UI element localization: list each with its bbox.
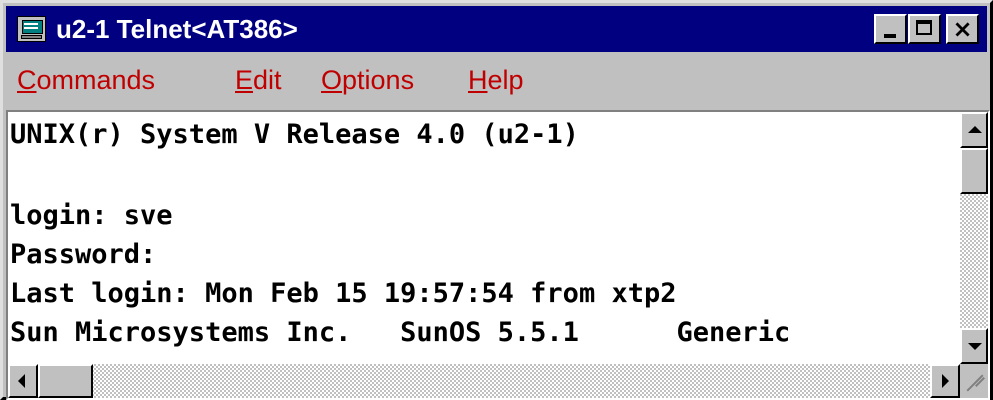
close-icon: × xyxy=(952,15,973,43)
arrow-down-icon xyxy=(968,343,982,350)
terminal-line: Last login: Mon Feb 15 19:57:54 from xtp… xyxy=(10,278,677,309)
vertical-scroll-thumb[interactable] xyxy=(960,148,988,194)
window-title: u2-1 Telnet<AT386> xyxy=(56,14,298,44)
menu-mnemonic: H xyxy=(468,65,488,95)
horizontal-scrollbar[interactable] xyxy=(8,364,960,398)
menu-mnemonic: O xyxy=(321,65,343,95)
arrow-right-icon xyxy=(942,374,949,388)
size-grip[interactable] xyxy=(960,364,988,398)
scroll-right-button[interactable] xyxy=(930,364,960,398)
maximize-button[interactable] xyxy=(908,14,941,44)
menu-mnemonic: E xyxy=(235,65,254,95)
arrow-up-icon xyxy=(968,126,982,133)
menu-edit[interactable]: Edit xyxy=(235,63,282,97)
menu-label: ommands xyxy=(36,65,156,95)
scroll-left-button[interactable] xyxy=(8,364,38,398)
menu-mnemonic: C xyxy=(17,65,37,95)
vertical-scrollbar[interactable] xyxy=(960,112,988,364)
telnet-terminal-icon[interactable] xyxy=(17,16,46,42)
menu-help[interactable]: Help xyxy=(468,63,524,97)
minimize-button[interactable] xyxy=(874,14,907,44)
menu-bar: Commands Edit Options Help xyxy=(6,55,987,105)
minimize-icon xyxy=(884,34,896,38)
terminal-line: UNIX(r) System V Release 4.0 (u2-1) xyxy=(10,119,579,150)
menu-options[interactable]: Options xyxy=(321,63,414,97)
scroll-down-button[interactable] xyxy=(960,328,988,364)
menu-commands[interactable]: Commands xyxy=(17,63,155,97)
maximize-icon xyxy=(916,20,932,35)
title-bar[interactable]: u2-1 Telnet<AT386> × xyxy=(6,6,987,52)
close-button[interactable]: × xyxy=(946,14,979,44)
terminal-line: Sun Microsystems Inc. SunOS 5.5.1 Generi… xyxy=(10,317,791,348)
menu-label: dit xyxy=(253,65,282,95)
terminal-output[interactable]: UNIX(r) System V Release 4.0 (u2-1) logi… xyxy=(8,112,960,364)
arrow-left-icon xyxy=(18,374,25,388)
scroll-up-button[interactable] xyxy=(960,112,988,148)
menu-label: elp xyxy=(487,65,524,95)
terminal-line: Password: xyxy=(10,239,157,270)
telnet-window: u2-1 Telnet<AT386> × Commands Edit Optio… xyxy=(0,0,993,400)
terminal-line: login: sve xyxy=(10,200,173,231)
client-area: UNIX(r) System V Release 4.0 (u2-1) logi… xyxy=(6,110,990,400)
size-grip-icon xyxy=(966,374,984,392)
menu-label: ptions xyxy=(342,65,415,95)
horizontal-scroll-thumb[interactable] xyxy=(38,364,93,398)
